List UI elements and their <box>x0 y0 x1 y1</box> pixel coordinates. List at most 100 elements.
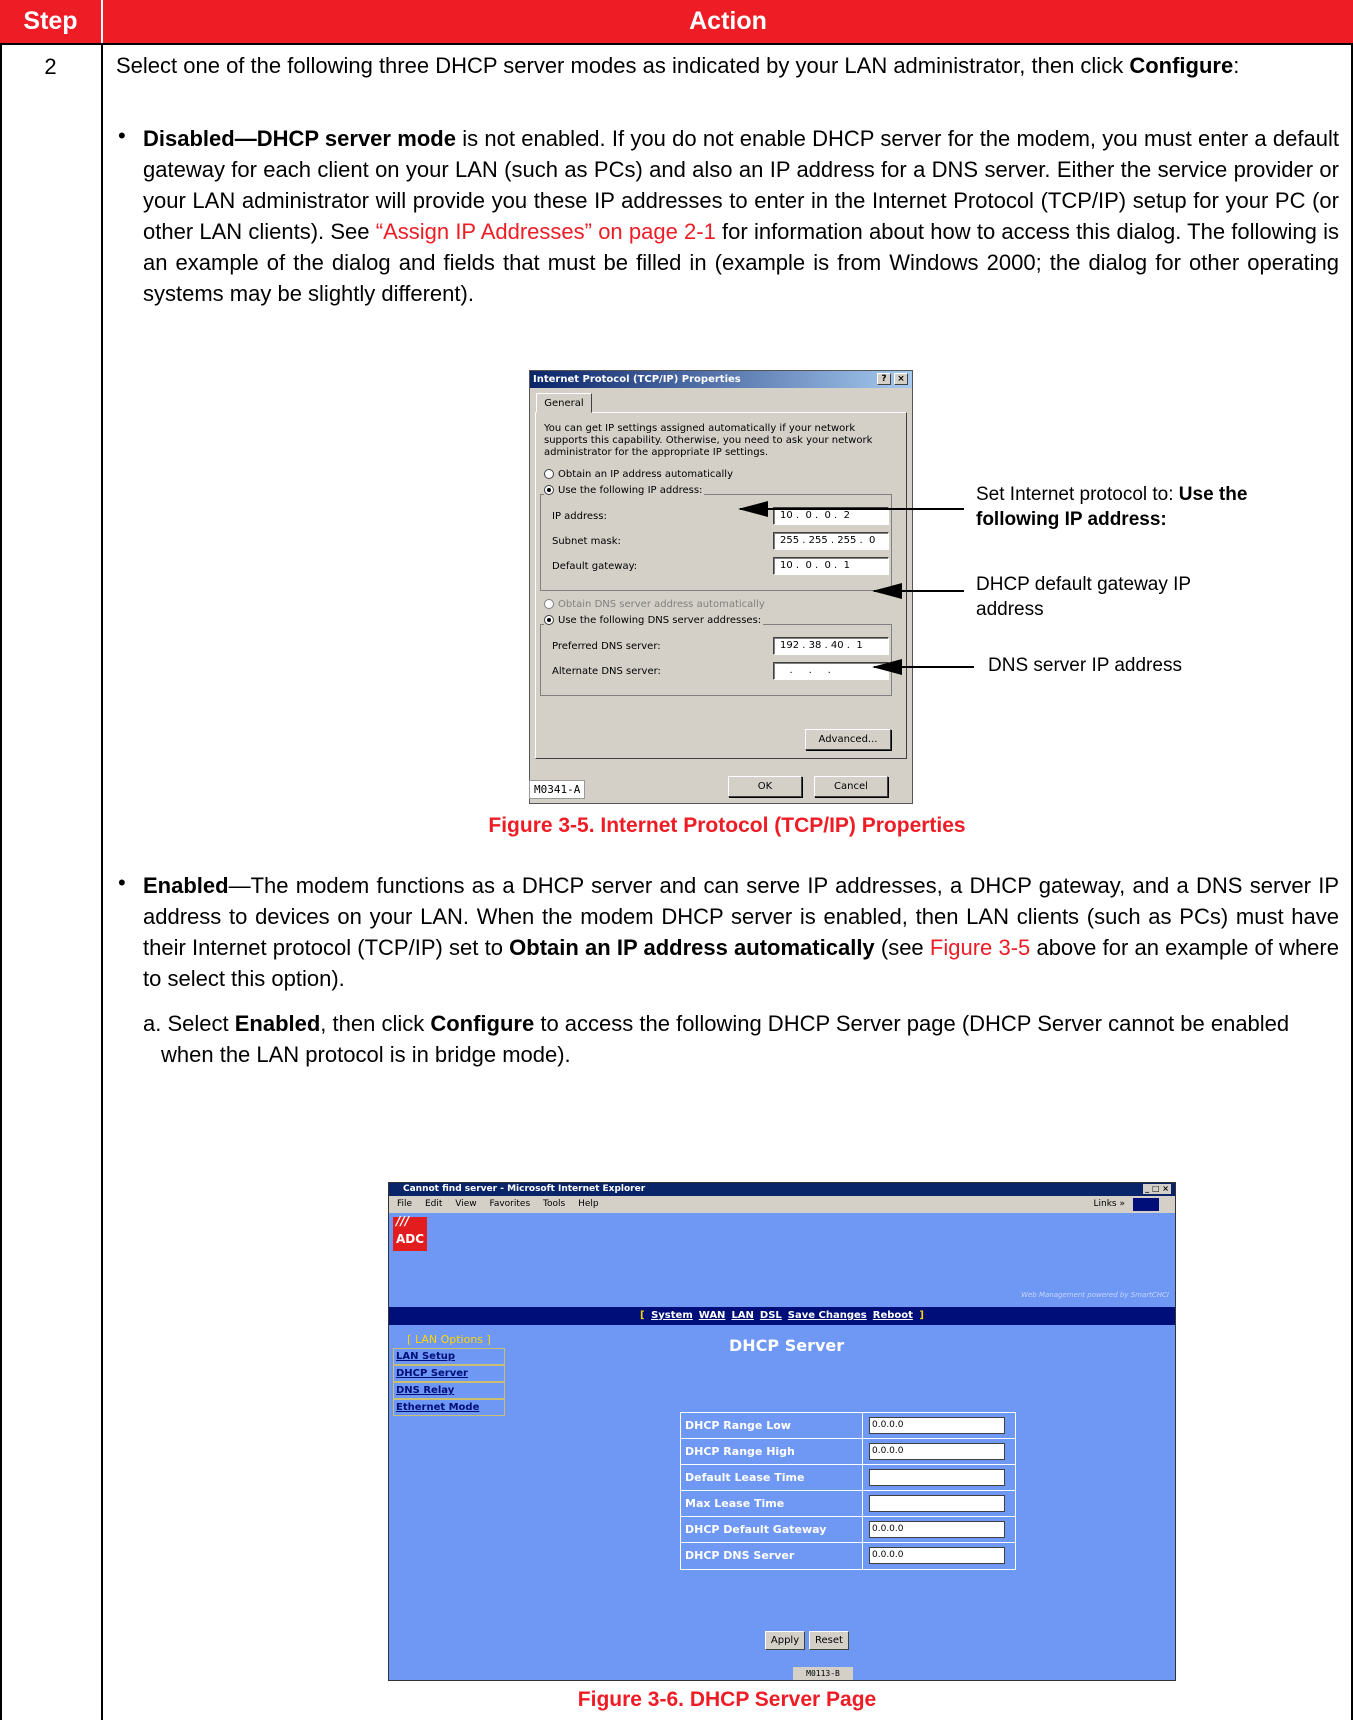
intro-configure: Configure <box>1129 53 1234 78</box>
dialog-info-text: You can get IP settings assigned automat… <box>544 423 873 458</box>
reset-button[interactable]: Reset <box>809 1631 849 1650</box>
figure-3-6-caption: Figure 3-6. DHCP Server Page <box>577 1688 877 1711</box>
default-lease-time-label: Default Lease Time <box>681 1465 863 1490</box>
figure-3-5-link[interactable]: Figure 3-5 <box>930 935 1030 960</box>
dhcp-dns-server-input[interactable]: 0.0.0.0 <box>869 1547 1005 1564</box>
table-row: DHCP DNS Server 0.0.0.0 <box>681 1543 1015 1569</box>
dhcp-range-low-input[interactable]: 0.0.0.0 <box>869 1417 1005 1434</box>
radio-manual-ip[interactable]: Use the following IP address: <box>544 485 705 496</box>
window-controls-icon[interactable]: _ □ × <box>1143 1184 1171 1194</box>
tcpip-properties-dialog: Internet Protocol (TCP/IP) Properties ? … <box>529 370 913 804</box>
menu-favorites[interactable]: Favorites <box>489 1199 530 1209</box>
dhcp-range-high-input[interactable]: 0.0.0.0 <box>869 1443 1005 1460</box>
dhcp-default-gateway-input[interactable]: 0.0.0.0 <box>869 1521 1005 1538</box>
radio-auto-ip[interactable]: Obtain an IP address automatically <box>544 469 733 480</box>
intro-text: Select one of the following three DHCP s… <box>116 53 1124 78</box>
radio-manual-ip-label: Use the following IP address: <box>558 485 703 496</box>
bullet-dot: • <box>118 870 126 895</box>
substep-a-configure: Configure <box>430 1011 535 1036</box>
nav-save-changes[interactable]: Save Changes <box>788 1310 867 1321</box>
menu-view[interactable]: View <box>455 1199 476 1209</box>
enabled-text-2: (see <box>874 935 930 960</box>
ie-title-text: Cannot find server - Microsoft Internet … <box>403 1184 646 1194</box>
cancel-button[interactable]: Cancel <box>814 776 888 797</box>
dhcp-range-high-label: DHCP Range High <box>681 1439 863 1464</box>
callout-1-line <box>740 508 964 510</box>
table-row: Max Lease Time <box>681 1491 1015 1517</box>
dhcp-default-gateway-label: DHCP Default Gateway <box>681 1517 863 1542</box>
bullet-dot: • <box>118 123 126 148</box>
table-row: DHCP Range Low 0.0.0.0 <box>681 1413 1015 1439</box>
table-row: DHCP Default Gateway 0.0.0.0 <box>681 1517 1015 1543</box>
max-lease-time-input[interactable] <box>869 1495 1005 1512</box>
sidebar-item-dhcp-server[interactable]: DHCP Server <box>393 1365 505 1382</box>
dhcp-range-low-label: DHCP Range Low <box>681 1413 863 1438</box>
dhcp-server-browser-window: Cannot find server - Microsoft Internet … <box>388 1182 1176 1681</box>
default-lease-time-input[interactable] <box>869 1469 1005 1486</box>
table-divider <box>101 43 103 1720</box>
radio-manual-dns[interactable]: Use the following DNS server addresses: <box>544 615 764 626</box>
nav-dsl[interactable]: DSL <box>760 1310 782 1321</box>
header-underline <box>0 43 1353 45</box>
sidebar-item-lan-setup[interactable]: LAN Setup <box>393 1348 505 1365</box>
figure-3-5-caption: Figure 3-5. Internet Protocol (TCP/IP) P… <box>488 814 966 837</box>
procedure-table: Step Action 2 Select one of the followin… <box>0 0 1353 1720</box>
dhcp-dns-server-label: DHCP DNS Server <box>681 1543 863 1569</box>
radio-selected-icon <box>544 615 554 625</box>
step-number: 2 <box>44 54 57 79</box>
sidebar-item-dns-relay[interactable]: DNS Relay <box>393 1382 505 1399</box>
tab-general[interactable]: General <box>536 393 592 413</box>
radio-manual-dns-label: Use the following DNS server addresses: <box>558 615 762 626</box>
figure-code-m0113: M0113-B <box>793 1667 853 1680</box>
header-step: Step <box>0 0 101 43</box>
bullet-disabled: Disabled—DHCP server mode is not enabled… <box>143 123 1339 309</box>
callout-dns-server: DNS server IP address <box>988 655 1182 676</box>
menu-file[interactable]: File <box>397 1199 412 1209</box>
table-row: Default Lease Time <box>681 1465 1015 1491</box>
adc-logo-text: ADC <box>395 1232 425 1246</box>
dialog-title-text: Internet Protocol (TCP/IP) Properties <box>533 374 741 385</box>
nav-system[interactable]: System <box>651 1310 693 1321</box>
radio-auto-dns[interactable]: Obtain DNS server address automatically <box>544 599 765 610</box>
enabled-title: Enabled <box>143 873 229 898</box>
substep-a-text-2: , then click <box>320 1011 431 1036</box>
bullet-enabled: Enabled—The modem functions as a DHCP se… <box>143 870 1339 994</box>
menu-edit[interactable]: Edit <box>425 1199 442 1209</box>
table-row: DHCP Range High 0.0.0.0 <box>681 1439 1015 1465</box>
nav-lan[interactable]: LAN <box>731 1310 753 1321</box>
substep-a: a. Select Enabled, then click Configure … <box>143 1008 1339 1070</box>
menu-help[interactable]: Help <box>578 1199 599 1209</box>
default-gateway-field[interactable]: 10 . 0 . 0 . 1 <box>773 557 889 575</box>
ie-logo-icon <box>1133 1198 1159 1211</box>
help-button[interactable]: ? <box>877 373 891 385</box>
dhcp-fields-table: DHCP Range Low 0.0.0.0 DHCP Range High 0… <box>680 1412 1016 1570</box>
callout-default-gateway: DHCP default gateway IP address <box>976 574 1191 620</box>
dns-group <box>540 624 892 696</box>
links-menu[interactable]: Links » <box>1094 1196 1126 1213</box>
subnet-mask-label: Subnet mask: <box>552 536 621 547</box>
intro-paragraph: Select one of the following three DHCP s… <box>116 50 1339 81</box>
advanced-button[interactable]: Advanced... <box>805 729 891 750</box>
radio-auto-dns-label: Obtain DNS server address automatically <box>558 599 765 610</box>
disabled-title: Disabled—DHCP server mode <box>143 126 456 151</box>
substep-a-text: a. Select <box>143 1011 235 1036</box>
adc-logo: ///ADC <box>393 1214 427 1251</box>
sidebar-item-ethernet-mode[interactable]: Ethernet Mode <box>393 1399 505 1416</box>
figure-code-m0341: M0341-A <box>529 780 586 799</box>
preferred-dns-field[interactable]: 192 . 38 . 40 . 1 <box>773 637 889 655</box>
ok-button[interactable]: OK <box>728 776 802 797</box>
nav-reboot[interactable]: Reboot <box>873 1310 913 1321</box>
nav-wan[interactable]: WAN <box>699 1310 726 1321</box>
default-gateway-label: Default gateway: <box>552 561 638 572</box>
header-action: Action <box>103 0 1353 43</box>
radio-selected-icon <box>544 485 554 495</box>
table-border-left <box>0 43 2 1720</box>
callout-use-following-ip: Set Internet protocol to: Use the follow… <box>976 482 1266 532</box>
apply-button[interactable]: Apply <box>765 1631 805 1650</box>
close-button[interactable]: × <box>894 373 908 385</box>
assign-ip-link[interactable]: “Assign IP Addresses” on page 2-1 <box>376 219 716 244</box>
lan-options-title: [ LAN Options ] <box>407 1333 491 1346</box>
radio-auto-ip-label: Obtain an IP address automatically <box>558 469 734 480</box>
menu-tools[interactable]: Tools <box>543 1199 565 1209</box>
subnet-mask-field[interactable]: 255 . 255 . 255 . 0 <box>773 532 889 550</box>
